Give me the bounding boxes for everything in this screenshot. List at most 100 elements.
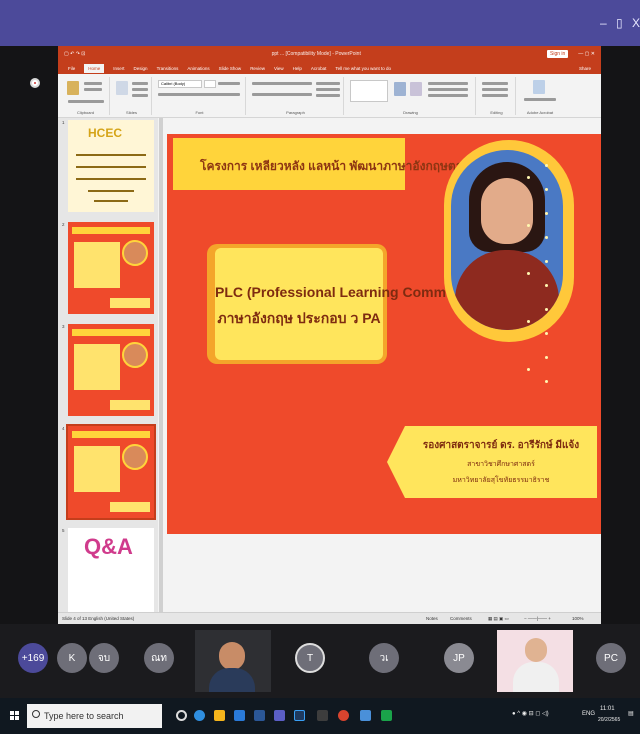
more-participants-button[interactable]: +169 [18, 643, 48, 673]
notes-button[interactable]: Notes [426, 616, 438, 621]
sign-in-button[interactable]: Sign in [547, 50, 569, 58]
editing-group: Editing [478, 77, 516, 115]
speaker-name-box: รองศาสตราจารย์ ดร. อารีรักษ์ มีแจ้ง สาขา… [387, 426, 597, 498]
view-buttons[interactable]: ▦ ▤ ▣ ▭ [488, 616, 509, 622]
notification-icon[interactable]: ▤ [628, 710, 634, 717]
ppt-window-controls[interactable]: — ▢ ✕ [578, 51, 595, 57]
zoom-level[interactable]: 100% [572, 616, 584, 621]
status-bar: Slide 4 of 13 English (United States) No… [58, 612, 601, 624]
edge-icon[interactable] [194, 710, 205, 721]
participant-avatar[interactable]: ณท [144, 643, 174, 673]
font-size-field[interactable] [204, 80, 216, 88]
thumb-text-line [88, 190, 134, 192]
ribbon: Clipboard Slides Calibri (Body) Font Par… [58, 74, 601, 118]
chrome-icon[interactable] [338, 710, 349, 721]
close-button[interactable]: X [632, 16, 640, 30]
participant-avatar[interactable]: วเ [369, 643, 399, 673]
create-pdf-icon[interactable] [533, 80, 545, 94]
word-icon[interactable] [254, 710, 265, 721]
decor-dot [527, 176, 530, 179]
search-placeholder: Type here to search [44, 711, 124, 721]
clock-time[interactable]: 11:01 [600, 706, 615, 712]
participant-avatar[interactable]: K [57, 643, 87, 673]
participant-avatar[interactable]: JP [444, 643, 474, 673]
tab-transitions[interactable]: Transitions [157, 66, 179, 71]
slide-thumbnail-4[interactable] [66, 424, 156, 520]
quick-access-icon[interactable]: ▢ ↶ ↷ ⊡ [64, 51, 85, 57]
line-icon[interactable] [381, 710, 392, 721]
share-button[interactable]: Share [579, 66, 591, 71]
participant-video[interactable] [195, 630, 271, 692]
screen: – ▯ X ▢ ↶ ↷ ⊡ ppt ... [Compatibility Mod… [0, 0, 640, 734]
slide-thumbnails: 1 HCEC 2 3 4 5 Q&A [58, 118, 158, 612]
tab-home[interactable]: Home [84, 63, 105, 73]
participant-avatar[interactable]: PC [596, 643, 626, 673]
shapes-gallery[interactable] [350, 80, 388, 102]
app-icon[interactable] [360, 710, 371, 721]
decor-dot [545, 212, 548, 215]
decor-dot [545, 380, 548, 383]
arrange-icon[interactable] [394, 82, 406, 96]
thumb-portrait [122, 444, 148, 470]
tab-help[interactable]: Help [293, 66, 302, 71]
paste-icon[interactable] [67, 81, 79, 95]
tab-file[interactable]: File [68, 66, 75, 71]
smartart-line [316, 94, 340, 97]
app-icon[interactable] [274, 710, 285, 721]
tab-insert[interactable]: Insert [113, 66, 124, 71]
windows-start-icon[interactable] [10, 711, 20, 721]
slide-thumbnail-3[interactable] [68, 324, 154, 416]
minimize-button[interactable]: – [600, 16, 607, 30]
tab-slide-show[interactable]: Slide Show [219, 66, 242, 71]
portrait-face [481, 178, 533, 244]
font-tools-line [218, 82, 240, 85]
thumbnail-scrollbar[interactable] [159, 118, 163, 612]
content-box: PLC (Professional Learning Community) ภา… [215, 248, 484, 360]
tab-review[interactable]: Review [250, 66, 265, 71]
decor-dot [527, 224, 530, 227]
tell-me-search[interactable]: Tell me what you want to do [335, 66, 391, 71]
font-name-field[interactable]: Calibri (Body) [158, 80, 202, 88]
decor-dot [527, 320, 530, 323]
new-slide-icon[interactable] [116, 81, 128, 95]
comments-button[interactable]: Comments [450, 616, 472, 621]
current-slide[interactable]: โครงการ เหลียวหลัง แลหน้า พัฒนาภาษาอังกฤ… [167, 134, 601, 534]
zoom-slider[interactable]: − ——|—— + [524, 616, 551, 621]
tab-design[interactable]: Design [134, 66, 148, 71]
decor-dot [545, 308, 548, 311]
decor-dot [545, 260, 548, 263]
slides-label: Slides [126, 110, 137, 115]
app-icon[interactable] [317, 710, 328, 721]
slide-thumbnail-2[interactable] [68, 222, 154, 314]
section-line [132, 94, 148, 97]
slide-thumbnail-1[interactable]: HCEC [68, 120, 154, 212]
tab-acrobat[interactable]: Acrobat [311, 66, 327, 71]
tray-icons[interactable]: ● ^ ◉ ⊟ ◻ ◁) [512, 710, 549, 717]
tab-animations[interactable]: Animations [187, 66, 209, 71]
participant-video[interactable] [497, 630, 573, 692]
language-indicator[interactable]: ENG [582, 711, 595, 717]
participant-avatar[interactable]: T [295, 643, 325, 673]
slide-thumbnail-5[interactable]: Q&A [68, 528, 154, 612]
photoshop-icon[interactable] [294, 710, 305, 721]
maximize-button[interactable]: ▯ [616, 16, 623, 30]
speaker-portrait [451, 150, 563, 330]
thumb-number: 1 [62, 120, 65, 125]
qa-graphic: Q&A [84, 534, 133, 559]
drawing-group: Drawing [346, 77, 476, 115]
tab-view[interactable]: View [274, 66, 284, 71]
align-tools-line [252, 93, 312, 96]
thumb-number: 3 [62, 324, 65, 329]
cortana-icon[interactable] [176, 710, 187, 721]
thumb-banner [72, 431, 150, 438]
thumb-name-box [110, 400, 150, 410]
powerpoint-window: ▢ ↶ ↷ ⊡ ppt ... [Compatibility Mode] - P… [58, 46, 601, 624]
file-explorer-icon[interactable] [214, 710, 225, 721]
participant-avatar[interactable]: จบ [89, 643, 119, 673]
quick-styles-icon[interactable] [410, 82, 422, 96]
recording-icon [30, 78, 40, 88]
taskbar-search[interactable]: Type here to search [27, 704, 162, 728]
participant-body [209, 668, 255, 692]
store-icon[interactable] [234, 710, 245, 721]
clock-date[interactable]: 20/2/2565 [598, 717, 620, 723]
